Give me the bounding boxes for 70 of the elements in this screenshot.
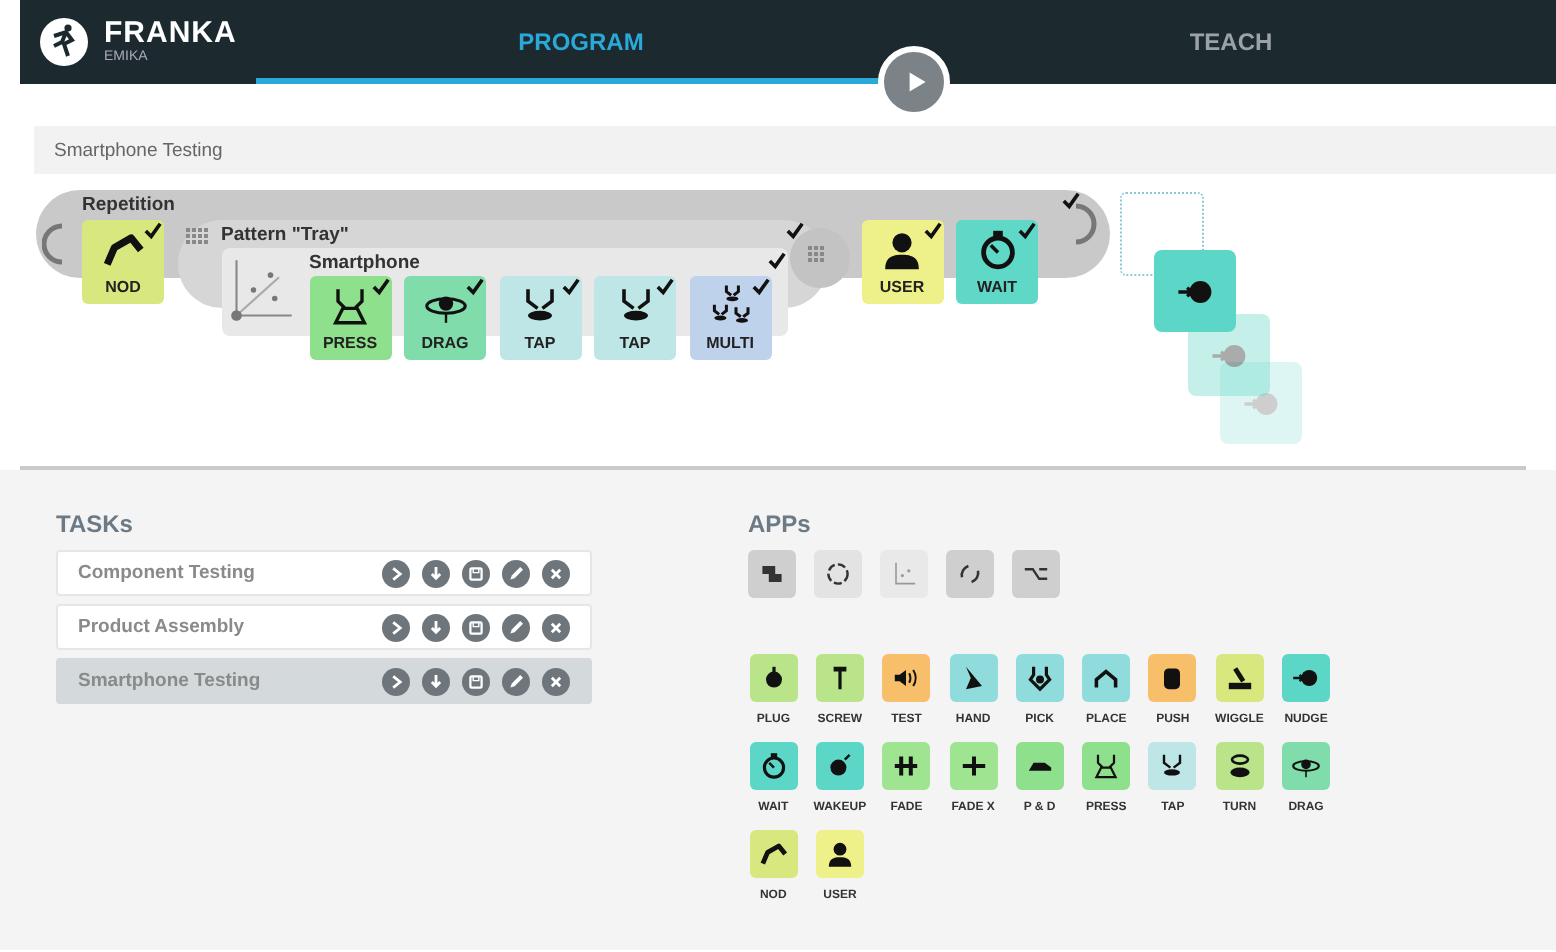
delete-icon[interactable] [542, 667, 570, 695]
save-icon[interactable] [462, 613, 490, 641]
edit-icon[interactable] [502, 613, 530, 641]
task-name: Smartphone Testing [78, 670, 261, 692]
arm-icon [757, 838, 790, 870]
app-block[interactable]: TAP [594, 276, 676, 360]
save-icon[interactable] [462, 667, 490, 695]
brand-name: FRANKA [104, 18, 237, 50]
app-tile[interactable] [1082, 654, 1131, 702]
app-block[interactable]: USER [861, 220, 943, 304]
app-block[interactable]: WAIT [956, 220, 1038, 304]
app-tile[interactable] [949, 742, 998, 790]
block-title: Pattern "Tray" [221, 224, 349, 246]
task-name: Product Assembly [78, 616, 245, 638]
download-icon[interactable] [422, 559, 450, 587]
app-tile[interactable] [749, 742, 798, 790]
edit-icon[interactable] [502, 559, 530, 587]
bar-icon [957, 750, 990, 782]
app-tile[interactable] [815, 830, 864, 878]
app-block[interactable]: NOD [82, 220, 164, 304]
arc-icon [1070, 202, 1098, 246]
delete-icon[interactable] [542, 613, 570, 641]
app-block[interactable]: PRESS [309, 276, 391, 360]
tool-button[interactable] [946, 550, 994, 598]
app-tile[interactable] [815, 742, 864, 790]
app-tile[interactable] [749, 830, 798, 878]
tool-button[interactable] [748, 550, 796, 598]
tool-button[interactable] [1012, 550, 1060, 598]
play-icon[interactable] [382, 667, 410, 695]
loop-icon [822, 558, 854, 590]
app-tile[interactable] [749, 654, 798, 702]
app-tile[interactable] [1082, 742, 1131, 790]
play-icon[interactable] [382, 613, 410, 641]
app-tile[interactable] [1148, 742, 1197, 790]
app-tile[interactable] [1015, 742, 1064, 790]
app-block[interactable]: DRAG [404, 276, 486, 360]
play-icon[interactable] [382, 559, 410, 587]
block-title: Repetition [82, 194, 175, 216]
gripper-icon [1023, 662, 1056, 694]
app-tile[interactable] [1015, 654, 1064, 702]
apps-heading: APPs [748, 510, 813, 542]
chart-icon [227, 256, 295, 324]
gripper-icon [1090, 750, 1123, 782]
block-title: Smartphone [309, 252, 420, 274]
user-icon [823, 838, 856, 870]
stopwatch-icon [757, 750, 790, 782]
tool-button[interactable] [814, 550, 862, 598]
tab[interactable]: TEACH [906, 0, 1556, 84]
app-tile[interactable] [1148, 654, 1197, 702]
app-tile[interactable] [815, 654, 864, 702]
task-name: Component Testing [78, 562, 255, 584]
app-tile[interactable] [1282, 742, 1331, 790]
bars-icon [890, 750, 923, 782]
logo-icon [40, 18, 88, 66]
app-tile[interactable] [1282, 654, 1331, 702]
save-icon[interactable] [462, 559, 490, 587]
download-icon[interactable] [422, 667, 450, 695]
app-tile[interactable] [1215, 654, 1264, 702]
app-tile[interactable] [882, 654, 931, 702]
block-icon [1223, 662, 1256, 694]
app-tile[interactable] [882, 742, 931, 790]
app-block[interactable]: MULTI [689, 276, 771, 360]
delete-icon[interactable] [542, 559, 570, 587]
edit-icon[interactable] [502, 667, 530, 695]
app-block[interactable]: TAP [499, 276, 581, 360]
download-icon[interactable] [422, 613, 450, 641]
breadcrumb-text: Smartphone Testing [54, 139, 223, 161]
tasks-heading: TASKs [56, 510, 135, 542]
app-tile[interactable] [949, 654, 998, 702]
app-tile[interactable] [1215, 742, 1264, 790]
